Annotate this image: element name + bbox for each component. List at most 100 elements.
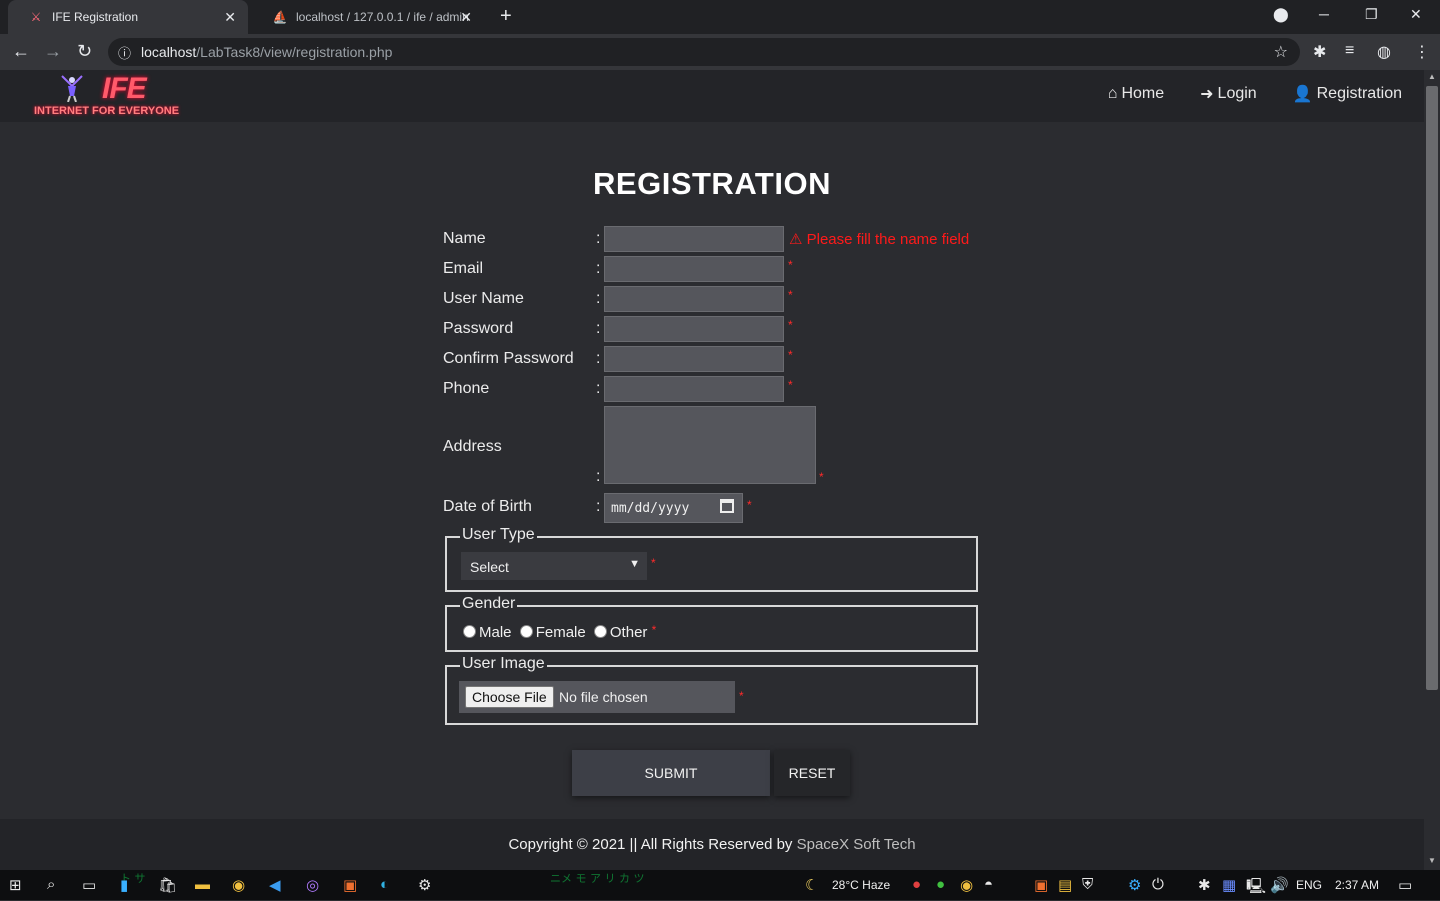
required-mark: *: [739, 689, 744, 703]
scroll-thumb[interactable]: [1426, 86, 1438, 690]
tab-phpmyadmin[interactable]: ⛵ localhost / 127.0.0.1 / ife / admin ✕: [252, 0, 484, 34]
address-label: Address: [443, 438, 502, 455]
confirm-password-input[interactable]: [604, 346, 784, 372]
tab-title: IFE Registration: [52, 10, 139, 24]
colon: :: [596, 230, 601, 247]
vertical-scrollbar[interactable]: ▲ ▼: [1424, 70, 1440, 870]
edge-icon[interactable]: ◐: [380, 876, 389, 893]
reload-icon[interactable]: ↻: [77, 41, 92, 62]
site-info-icon[interactable]: ⓘ: [118, 43, 131, 62]
tray-app-icon[interactable]: ●: [936, 876, 945, 893]
tray-settings-icon[interactable]: ⚙: [1128, 876, 1141, 894]
close-tab-icon[interactable]: ✕: [224, 9, 236, 26]
nav-home-label: Home: [1121, 85, 1165, 102]
scroll-up-icon[interactable]: ▲: [1428, 72, 1436, 81]
bluetooth-icon[interactable]: ✱: [1198, 876, 1211, 894]
user-image-file-input[interactable]: Choose File No file chosen: [459, 681, 735, 713]
radio-male[interactable]: [463, 625, 476, 638]
user-type-select[interactable]: Select ▼: [461, 552, 647, 580]
file-status: No file chosen: [559, 689, 648, 705]
power-icon[interactable]: ⏻: [1152, 876, 1164, 893]
tray-app-icon[interactable]: ▤: [1058, 876, 1072, 894]
bookmark-star-icon[interactable]: ☆: [1274, 42, 1288, 62]
radio-female[interactable]: [519, 625, 533, 638]
required-mark: *: [788, 378, 793, 392]
ife-favicon-icon: ⚔: [30, 10, 42, 24]
browser-toolbar: ← → ↻ ⓘ localhost/LabTask8/view/registra…: [0, 34, 1440, 70]
defender-shield-icon[interactable]: ⛨: [1082, 876, 1093, 893]
close-window-icon[interactable]: ✕: [1410, 6, 1422, 23]
gender-options: Male Female Other *: [463, 623, 656, 641]
dob-placeholder: mm/dd/yyyy: [611, 501, 690, 516]
reset-button[interactable]: RESET: [774, 750, 850, 796]
windows-start-icon[interactable]: ⊞: [9, 876, 22, 894]
search-icon[interactable]: ⌕: [47, 876, 55, 893]
required-mark: *: [651, 623, 657, 637]
tray-chrome-icon[interactable]: ◉: [960, 876, 973, 894]
windows-taskbar: ト サ ニメ モ ア リ カ ツ ⊞ ⌕ ▭ ▮ 🛍 ▬ ◉ ◀ ◎ ▣ ◐ ⚙…: [0, 870, 1440, 900]
extensions-icon[interactable]: ✱: [1313, 42, 1326, 62]
footer-brand-link[interactable]: SpaceX Soft Tech: [797, 836, 916, 853]
close-tab-icon[interactable]: ✕: [460, 9, 472, 26]
phone-input[interactable]: [604, 376, 784, 402]
name-label: Name: [443, 230, 486, 247]
colon: :: [596, 260, 601, 277]
submit-button[interactable]: SUBMIT: [572, 750, 770, 796]
gender-option-other[interactable]: Other: [593, 624, 647, 641]
nav-home[interactable]: ⌂ Home: [1108, 84, 1164, 104]
dob-input[interactable]: mm/dd/yyyy: [604, 493, 743, 523]
nav-login[interactable]: ➜ Login: [1200, 84, 1257, 104]
user-type-selected: Select: [470, 559, 509, 575]
network-icon[interactable]: 🖳: [1246, 876, 1266, 901]
tray-xampp-icon[interactable]: ▣: [1034, 876, 1048, 894]
media-controls-icon[interactable]: ≡: [1345, 42, 1354, 60]
discord-icon[interactable]: ◓: [984, 876, 993, 893]
file-explorer-icon[interactable]: ▬: [195, 876, 210, 893]
gender-option-female[interactable]: Female: [519, 624, 586, 641]
forward-icon[interactable]: →: [44, 41, 62, 62]
xampp-icon[interactable]: ▣: [343, 876, 357, 894]
notifications-icon[interactable]: ▭: [1398, 876, 1412, 894]
volume-icon[interactable]: 🔊: [1270, 876, 1289, 894]
url-host: localhost: [141, 44, 197, 60]
clock[interactable]: 2:37 AM: [1335, 878, 1379, 892]
windows-terminal-icon[interactable]: ▮: [120, 876, 128, 894]
email-input[interactable]: [604, 256, 784, 282]
gender-fieldset: Gender Male Female Other *: [445, 595, 978, 652]
weather-text[interactable]: 28°C Haze: [832, 878, 890, 892]
github-icon[interactable]: ◎: [306, 876, 319, 894]
address-bar[interactable]: ⓘ localhost/LabTask8/view/registration.p…: [108, 38, 1300, 66]
address-textarea[interactable]: [604, 406, 816, 484]
user-type-legend: User Type: [460, 526, 537, 544]
menu-kebab-icon[interactable]: ⋮: [1414, 42, 1430, 62]
required-mark: *: [788, 258, 793, 272]
username-input[interactable]: [604, 286, 784, 312]
minimize-icon[interactable]: ─: [1319, 6, 1329, 22]
language-indicator[interactable]: ENG: [1296, 878, 1322, 892]
profile-avatar-icon[interactable]: ◍: [1377, 42, 1391, 62]
chrome-icon[interactable]: ◉: [232, 876, 245, 894]
choose-file-button[interactable]: Choose File: [465, 686, 554, 708]
back-icon[interactable]: ←: [12, 41, 30, 62]
restore-icon[interactable]: ❐: [1365, 6, 1378, 23]
scroll-down-icon[interactable]: ▼: [1428, 856, 1436, 865]
password-input[interactable]: [604, 316, 784, 342]
task-view-icon[interactable]: ▭: [82, 876, 96, 894]
site-header: IFE INTERNET FOR EVERYONE ⌂ Home ➜ Login…: [0, 70, 1424, 122]
site-logo[interactable]: IFE INTERNET FOR EVERYONE: [32, 72, 179, 120]
gender-option-male[interactable]: Male: [463, 624, 512, 641]
nav-registration[interactable]: 👤 Registration: [1293, 84, 1402, 104]
vscode-icon[interactable]: ◀: [269, 876, 281, 894]
name-input[interactable]: [604, 226, 784, 252]
store-icon[interactable]: 🛍: [158, 876, 177, 894]
calendar-icon[interactable]: [720, 499, 734, 513]
radio-other[interactable]: [593, 625, 607, 638]
settings-gear-icon[interactable]: ⚙: [418, 876, 431, 894]
profile-menu-icon[interactable]: ⬤: [1273, 6, 1289, 23]
sign-in-icon: ➜: [1200, 86, 1214, 103]
new-tab-icon[interactable]: +: [500, 5, 512, 28]
tray-app-icon[interactable]: ●: [912, 876, 921, 893]
tab-ife-registration[interactable]: ⚔ IFE Registration ✕: [8, 0, 248, 34]
password-label: Password: [443, 320, 514, 337]
teams-icon[interactable]: ▦: [1222, 876, 1236, 894]
